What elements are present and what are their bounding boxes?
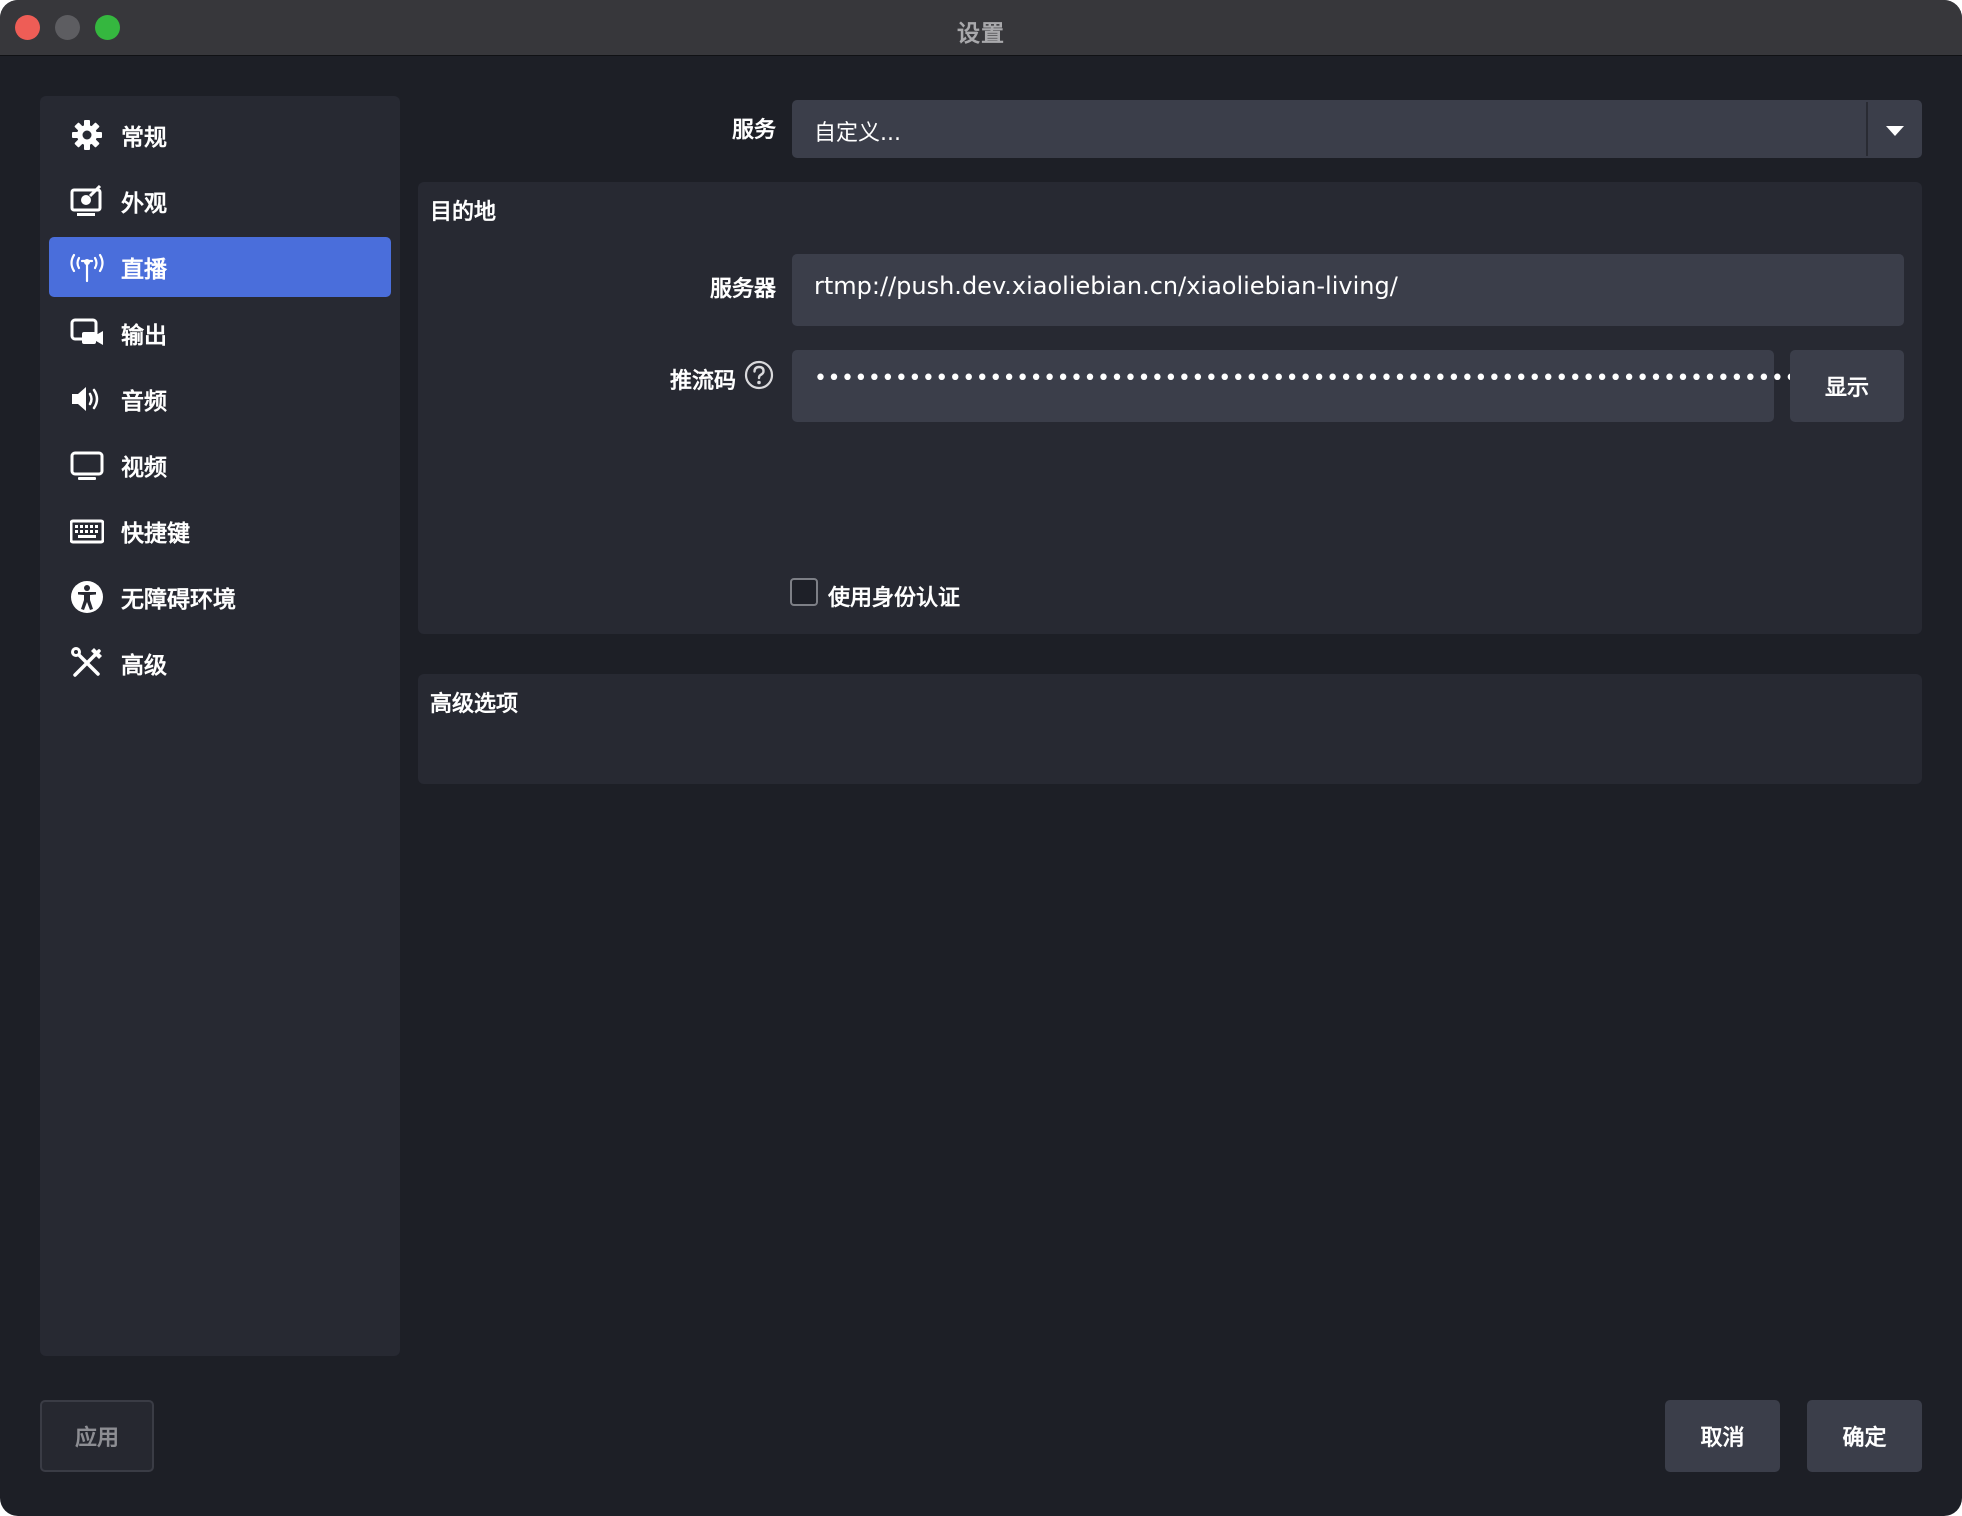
server-input[interactable]: rtmp://push.dev.xiaoliebian.cn/xiaoliebi… — [792, 254, 1904, 326]
sidebar-item-hotkeys[interactable]: 快捷键 — [49, 501, 391, 561]
sidebar-item-label: 音频 — [121, 389, 167, 415]
sidebar-item-label: 外观 — [121, 191, 167, 217]
server-label: 服务器 — [709, 277, 776, 302]
service-select[interactable]: 自定义... — [792, 100, 1922, 158]
output-icon — [69, 315, 105, 351]
dropdown-divider — [1866, 102, 1868, 156]
monitor-icon — [69, 447, 105, 483]
destination-title: 目的地 — [430, 200, 497, 225]
sidebar-item-stream[interactable]: 直播 — [49, 237, 391, 297]
sidebar-item-accessibility[interactable]: 无障碍环境 — [49, 567, 391, 627]
help-icon[interactable] — [744, 360, 774, 390]
stream-key-input[interactable]: ••••••••••••••••••••••••••••••••••••••••… — [792, 350, 1811, 422]
speaker-icon — [69, 381, 105, 417]
ok-button[interactable]: 确定 — [1807, 1400, 1922, 1472]
stream-key-value: ••••••••••••••••••••••••••••••••••••••••… — [814, 366, 1812, 391]
chevron-down-icon[interactable] — [1885, 122, 1905, 141]
service-select-value: 自定义... — [814, 121, 901, 146]
advanced-options-title: 高级选项 — [430, 692, 519, 717]
sidebar-item-label: 直播 — [121, 257, 167, 283]
tools-icon — [69, 645, 105, 681]
sidebar-item-label: 无障碍环境 — [121, 587, 236, 613]
advanced-options-group: 高级选项 — [418, 674, 1922, 784]
appearance-icon — [69, 183, 105, 219]
sidebar-item-general[interactable]: 常规 — [49, 105, 391, 165]
sidebar-item-label: 常规 — [121, 125, 167, 151]
title-bar: 设置 — [0, 0, 1962, 56]
show-key-button[interactable]: 显示 — [1790, 350, 1904, 422]
sidebar-item-label: 视频 — [121, 455, 167, 481]
apply-button[interactable]: 应用 — [40, 1400, 154, 1472]
sidebar-item-output[interactable]: 输出 — [49, 303, 391, 363]
sidebar-item-label: 高级 — [121, 653, 167, 679]
sidebar-item-audio[interactable]: 音频 — [49, 369, 391, 429]
settings-sidebar: 常规 外观 直播 输出 音频 视频 快捷键 无障碍环境 高级 — [40, 96, 400, 1356]
stream-key-label: 推流码 — [669, 369, 736, 394]
sidebar-item-label: 快捷键 — [121, 521, 190, 547]
cancel-button[interactable]: 取消 — [1665, 1400, 1780, 1472]
service-label: 服务 — [731, 118, 776, 143]
use-auth-checkbox[interactable] — [790, 578, 818, 606]
antenna-icon — [69, 249, 105, 285]
window-title: 设置 — [957, 21, 1005, 47]
settings-window: 设置 常规 外观 直播 输出 音频 视频 快捷键 无障碍环境 高级 服务 自定义… — [0, 0, 1962, 1516]
keyboard-icon — [69, 513, 105, 549]
sidebar-item-appearance[interactable]: 外观 — [49, 171, 391, 231]
sidebar-item-video[interactable]: 视频 — [49, 435, 391, 495]
accessibility-icon — [69, 579, 105, 615]
sidebar-item-advanced[interactable]: 高级 — [49, 633, 391, 693]
gear-icon — [69, 117, 105, 153]
server-input-value: rtmp://push.dev.xiaoliebian.cn/xiaoliebi… — [814, 272, 1398, 300]
sidebar-item-label: 输出 — [121, 323, 167, 349]
use-auth-label: 使用身份认证 — [828, 586, 961, 611]
